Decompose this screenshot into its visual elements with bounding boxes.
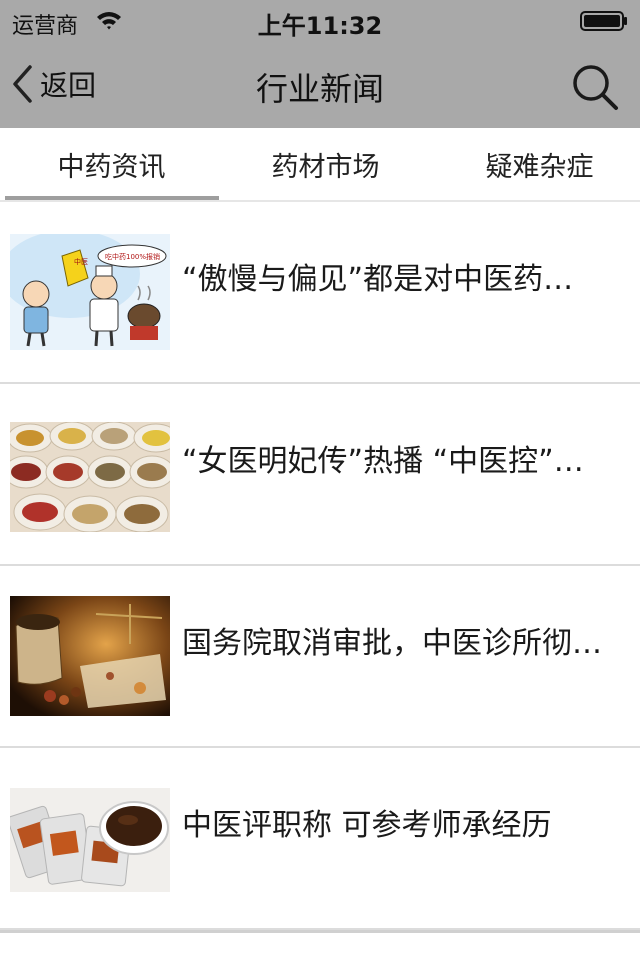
news-thumbnail-cartoon: 中医 吃中药100%报销 — [10, 234, 170, 350]
nav-bar: 返回 行业新闻 — [0, 40, 640, 128]
cartoon-badge-text: 中医 — [74, 257, 88, 266]
news-item[interactable]: 国务院取消审批，中医诊所彻… — [0, 566, 640, 748]
news-item[interactable]: 中医评职称 可参考师承经历 — [0, 748, 640, 930]
news-title: 中医评职称 可参考师承经历 — [182, 808, 552, 843]
cartoon-doctors-image: 中医 吃中药100%报销 — [10, 234, 170, 350]
news-thumbnail-herb-bags — [10, 422, 170, 532]
tab-herb-market[interactable]: 药材市场 — [219, 128, 432, 200]
cartoon-speech-text: 吃中药100%报销 — [105, 252, 160, 261]
news-item[interactable]: “女医明妃传”热播 “中医控”… — [0, 384, 640, 566]
list-bottom-divider — [0, 930, 640, 933]
news-title: “傲慢与偏见”都是对中医药… — [182, 262, 574, 297]
news-title: “女医明妃传”热播 “中医控”… — [182, 444, 584, 479]
category-tabs: 中药资讯 药材市场 疑难杂症 — [0, 128, 640, 202]
tab-difficult-cases[interactable]: 疑难杂症 — [433, 128, 640, 200]
active-tab-indicator — [5, 196, 219, 200]
status-bar: 运营商 上午11:32 — [0, 0, 640, 40]
top-bar: 运营商 上午11:32 返回 行业新闻 — [0, 0, 640, 128]
status-time: 上午11:32 — [257, 12, 383, 40]
battery-icon — [580, 11, 627, 31]
news-title: 国务院取消审批，中医诊所彻… — [182, 626, 602, 661]
herb-bags-image — [10, 422, 170, 532]
herbal-tea-image — [10, 788, 170, 892]
herbal-still-life-image — [10, 596, 170, 716]
page-title: 行业新闻 — [255, 70, 384, 108]
search-button[interactable] — [570, 62, 620, 112]
news-thumbnail-herbal-still-life — [10, 596, 170, 716]
search-icon — [573, 65, 618, 110]
tab-herbal-news[interactable]: 中药资讯 — [5, 128, 218, 200]
news-thumbnail-herbal-tea — [10, 788, 170, 892]
news-item[interactable]: 中医 吃中药100%报销 “傲慢与偏见”都是对中医药… — [0, 202, 640, 384]
